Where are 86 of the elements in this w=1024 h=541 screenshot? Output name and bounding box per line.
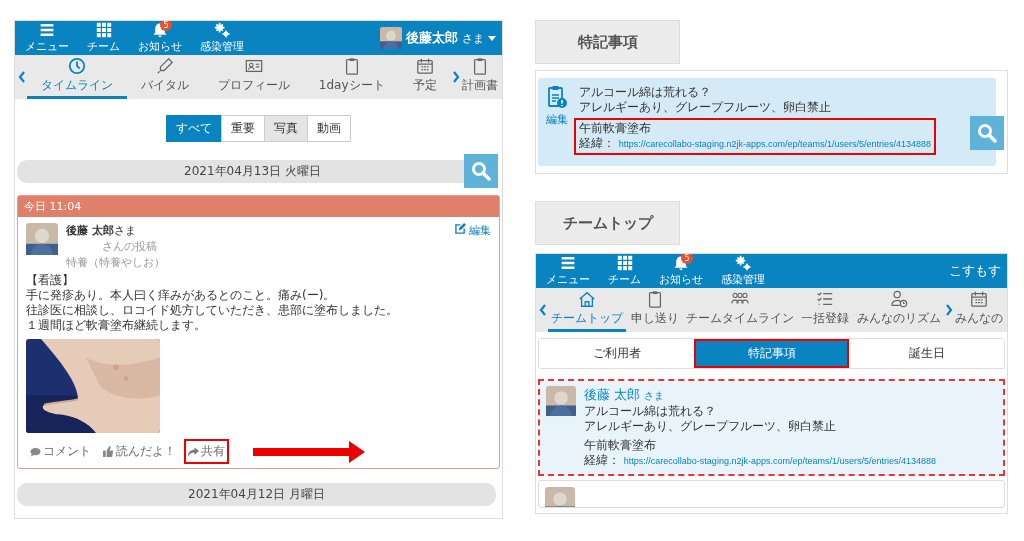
note-text: アルコール綿は荒れる？ アレルギーあり、グレープフルーツ、卵白禁止: [579, 85, 832, 115]
note-text: アルコール綿は荒れる？ アレルギーあり、グレープフルーツ、卵白禁止: [584, 404, 837, 434]
nav-tab[interactable]: バイタル: [127, 55, 204, 99]
thermometer-icon: [156, 57, 175, 75]
chevron-left-icon[interactable]: [18, 71, 26, 83]
avatar: [26, 223, 58, 255]
chevron-left-icon[interactable]: [539, 304, 547, 316]
search-button[interactable]: [970, 116, 1004, 150]
team-name: こすもす: [949, 262, 1001, 280]
thumbs-up-icon: [103, 446, 114, 457]
post-body: 【看護】 手に発疹あり。本人曰く痒みがあるとのこと。痛み(ー)。 往診医に相談し、ロコイド処方していただき、患部に塗布しました。 １週間ほど軟膏塗布継続します。: [26, 273, 399, 333]
menu-icon: [39, 22, 55, 38]
post-action-button[interactable]: 共有: [184, 439, 229, 464]
memo-text: 午前軟膏塗布: [579, 121, 652, 136]
header-nav-button[interactable]: 5 お知らせ: [134, 22, 186, 54]
resident-card[interactable]: 後藤 太郎 さま アルコール綿は荒れる？ アレルギーあり、グレープフルーツ、卵白禁止 午前軟膏塗布 経緯： https://carecollabo-staging.n2jk-apps.com/ep/teams/1/users/5/entries/4134888: [538, 379, 1005, 476]
posted-by: さんの投稿: [101, 239, 158, 254]
nav-tab[interactable]: チームタイムライン: [682, 288, 798, 332]
header-nav-button[interactable]: メニュー: [21, 22, 73, 54]
search-icon: [977, 123, 997, 143]
facility-name: 特養（特養やしお）: [66, 255, 166, 270]
nav-tab[interactable]: チームトップ: [548, 288, 627, 332]
edit-icon: [455, 223, 466, 234]
nav-tab[interactable]: みんなの: [954, 288, 1005, 332]
date-header: 2021年04月12日 月曜日: [17, 483, 496, 506]
edit-link[interactable]: 編集: [455, 223, 491, 270]
notification-badge: 5: [160, 21, 172, 31]
header-nav-button[interactable]: 感染管理: [196, 22, 248, 54]
nav-tab[interactable]: 申し送り: [627, 288, 682, 332]
gears-icon: [214, 22, 230, 38]
history-link[interactable]: https://carecollabo-staging.n2jk-apps.com/ep/teams/1/users/5/entries/4134888: [623, 456, 936, 466]
grid-icon: [616, 255, 633, 271]
post-action-button[interactable]: 読んだよ！: [99, 439, 180, 464]
search-button[interactable]: [464, 154, 498, 188]
avatar: [380, 27, 402, 49]
nav-tab[interactable]: タイムライン: [27, 55, 127, 99]
honorific: さま: [462, 30, 484, 46]
header-nav-button[interactable]: チーム: [83, 22, 124, 54]
filter-button[interactable]: 写真: [263, 115, 308, 142]
chevron-right-icon[interactable]: [945, 304, 954, 316]
segment-tab[interactable]: 特記事項: [694, 339, 849, 368]
calendar-icon: [970, 290, 989, 308]
person-clock-icon: [889, 290, 908, 308]
id-card-icon: [245, 57, 264, 75]
header-nav-button[interactable]: メニュー: [542, 255, 594, 287]
chevron-right-icon[interactable]: [452, 71, 460, 83]
gears-icon: [735, 255, 751, 271]
header-nav-button[interactable]: 5 お知らせ: [655, 255, 707, 287]
header-nav-button[interactable]: チーム: [604, 255, 645, 287]
nav-tab[interactable]: プロフィール: [204, 55, 304, 99]
section-label: チームトップ: [535, 201, 680, 245]
resident-card[interactable]: [538, 480, 1005, 508]
notification-badge: 5: [681, 254, 693, 264]
grid-icon: [95, 22, 112, 38]
post-time: 今日 11:04: [18, 196, 499, 217]
avatar: [546, 386, 576, 416]
filter-button[interactable]: 重要: [220, 115, 265, 142]
history-link[interactable]: https://carecollabo-staging.n2jk-apps.com/ep/teams/1/users/5/entries/4134888: [618, 139, 931, 149]
clock-icon: [67, 57, 86, 75]
history-label: 経緯：: [579, 136, 615, 150]
resident-name: 後藤 太郎 さま: [584, 386, 666, 404]
filter-button[interactable]: すべて: [165, 115, 222, 142]
header-nav-button[interactable]: 感染管理: [717, 255, 769, 287]
memo-text: 午前軟膏塗布: [584, 438, 657, 453]
history-label: 経緯：: [584, 453, 620, 467]
calendar-icon: [416, 57, 435, 75]
edit-link[interactable]: 編集: [546, 112, 568, 127]
post-action-button[interactable]: コメント: [26, 439, 95, 464]
user-name: 後藤太郎: [406, 29, 458, 47]
share-icon: [188, 446, 199, 457]
section-label: 特記事項: [535, 20, 680, 64]
nav-tab[interactable]: 計画書: [461, 55, 499, 99]
clipboard-icon: [471, 57, 489, 75]
nav-tab[interactable]: みんなのリズム: [853, 288, 945, 332]
clipboard-alert-icon: [547, 85, 567, 109]
home-icon: [578, 290, 597, 308]
nav-tab[interactable]: 1dayシート: [304, 55, 399, 99]
comment-icon: [30, 446, 41, 457]
nav-tab[interactable]: 予定: [399, 55, 451, 99]
author-name: 後藤 太郎さま: [66, 223, 137, 238]
caret-icon[interactable]: [488, 35, 496, 41]
menu-icon: [560, 255, 576, 271]
nav-tab[interactable]: 一括登録: [798, 288, 853, 332]
checklist-icon: [816, 290, 835, 308]
filter-button[interactable]: 動画: [306, 115, 351, 142]
search-icon: [471, 161, 491, 181]
